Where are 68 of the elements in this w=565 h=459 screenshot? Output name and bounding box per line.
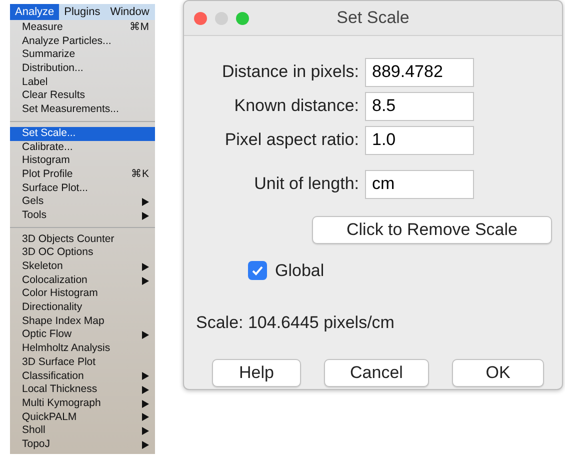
menu-item[interactable]: QuickPALM (10, 410, 155, 424)
menu-item-label: Skeleton (22, 260, 63, 274)
menu-item[interactable]: Calibrate... (10, 140, 155, 154)
menu-item[interactable]: Directionality (10, 301, 155, 315)
remove-scale-button[interactable]: Click to Remove Scale (312, 216, 552, 244)
menu-item[interactable]: 3D Objects Counter (10, 232, 155, 246)
menu-item[interactable]: Analyze Particles... (10, 34, 155, 48)
zoom-icon[interactable] (236, 12, 249, 24)
field-label: Known distance: (233, 95, 360, 118)
menu-item-label: TopoJ (22, 438, 50, 452)
menu-item[interactable]: Plot Profile ⌘K (10, 168, 155, 182)
menu-item-label: Colocalization (22, 274, 88, 288)
field-label: Unit of length: (253, 173, 360, 196)
menu-item[interactable]: Colocalization (10, 274, 155, 288)
field-label: Pixel aspect ratio: (224, 129, 360, 152)
menu-item[interactable]: Optic Flow (10, 328, 155, 342)
menu-item[interactable]: Clear Results (10, 89, 155, 104)
menu-item[interactable]: Label (10, 76, 155, 90)
menu-item-label: Optic Flow (22, 328, 72, 342)
menu-item[interactable]: Shape Index Map (10, 314, 155, 328)
menu-bar-item[interactable]: Plugins (59, 4, 106, 20)
input-field[interactable]: cm (365, 170, 474, 198)
menu-item[interactable]: Distribution... (10, 62, 155, 76)
menu-item[interactable]: 3D Surface Plot (10, 356, 155, 370)
cancel-button[interactable]: Cancel (324, 359, 429, 387)
input-field[interactable]: 8.5 (365, 92, 474, 120)
input-field[interactable]: 889.4782 (365, 58, 474, 86)
menu-item[interactable]: Histogram (10, 154, 155, 168)
menu-item-label: Gels (22, 195, 44, 209)
checkbox-label: Global (275, 260, 324, 282)
menu-item-label: Classification (22, 370, 84, 384)
menu-item-label: Tools (22, 208, 47, 223)
input-field[interactable]: 1.0 (365, 126, 474, 154)
global-checkbox[interactable] (248, 261, 267, 280)
minimize-icon[interactable] (215, 12, 228, 24)
menu-item[interactable]: Summarize (10, 48, 155, 62)
menu-item[interactable]: Local Thickness (10, 383, 155, 397)
field-label: Distance in pixels: (220, 61, 360, 84)
menu-item-label: Local Thickness (22, 383, 98, 397)
menu-item[interactable]: Set Measurements... (10, 103, 155, 117)
menu-item[interactable]: Color Histogram (10, 287, 155, 302)
menu-item[interactable]: TopoJ (10, 438, 155, 452)
menu-item[interactable]: Skeleton (10, 260, 155, 274)
shortcut-label: ⌘K (130, 168, 149, 182)
menu-item-label: Plot Profile (22, 168, 73, 182)
menu-item[interactable]: Classification (10, 370, 155, 384)
menu-bar-item[interactable]: Window (105, 4, 154, 20)
menu-item[interactable]: Sholl (10, 424, 155, 438)
ok-button[interactable]: OK (452, 359, 544, 387)
scale-text: Scale: 104.6445 pixels/cm (196, 312, 394, 332)
help-button[interactable]: Help (212, 359, 301, 387)
close-icon[interactable] (194, 12, 207, 24)
menu-item[interactable]: Measure ⌘M (10, 21, 155, 35)
window-title: Set Scale (336, 8, 410, 28)
menu-item[interactable]: Set Scale... (10, 126, 155, 140)
menu-item[interactable]: Helmholtz Analysis (10, 342, 155, 356)
menu-item[interactable]: 3D OC Options (10, 246, 155, 260)
menu-item-label: Sholl (22, 424, 46, 438)
shortcut-label: ⌘M (129, 21, 149, 35)
menu-bar-item[interactable]: Analyze (10, 4, 60, 20)
menu-item[interactable]: Surface Plot... (10, 182, 155, 196)
menu-item-label: Multi Kymograph (22, 396, 101, 411)
menu-item[interactable]: Gels (10, 195, 155, 209)
check-icon (251, 264, 264, 278)
menu-item-label: Measure (22, 21, 63, 35)
menu-item-label: QuickPALM (22, 410, 77, 424)
menu-item[interactable]: Multi Kymograph (10, 396, 155, 411)
menu-item[interactable]: Tools (10, 208, 155, 223)
